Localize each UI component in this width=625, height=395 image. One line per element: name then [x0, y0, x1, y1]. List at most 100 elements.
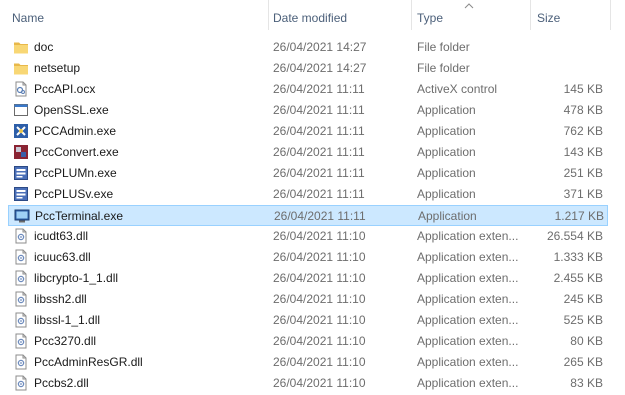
column-divider[interactable] — [411, 0, 412, 30]
file-name: icudt63.dll — [34, 229, 89, 243]
file-type: Application — [417, 187, 476, 201]
file-date-modified: 26/04/2021 11:11 — [273, 82, 365, 96]
file-size: 251 KB — [563, 166, 603, 180]
file-size: 26.554 KB — [546, 229, 603, 243]
plu-app-icon — [13, 165, 29, 181]
file-row[interactable]: icuuc63.dll 26/04/2021 11:10 Application e… — [8, 247, 608, 268]
file-row[interactable]: PccTerminal.exe 26/04/2021 11:11 Applicati… — [8, 205, 608, 226]
folder-icon — [13, 60, 29, 76]
file-size: 80 KB — [570, 334, 603, 348]
file-row[interactable]: PCCAdmin.exe 26/04/2021 11:11 Application 7… — [8, 121, 608, 142]
file-name: PccTerminal.exe — [35, 209, 124, 223]
file-date-modified: 26/04/2021 14:27 — [273, 61, 367, 75]
file-date-modified: 26/04/2021 11:10 — [273, 271, 366, 285]
dll-icon — [13, 228, 29, 244]
file-size: 2.455 KB — [553, 271, 603, 285]
file-row[interactable]: libcrypto-1_1.dll 26/04/2021 11:10 Applica… — [8, 268, 608, 289]
column-header-size[interactable]: Size — [537, 0, 560, 34]
terminal-app-icon — [14, 208, 30, 224]
file-date-modified: 26/04/2021 11:10 — [273, 334, 366, 348]
file-date-modified: 26/04/2021 11:11 — [274, 209, 366, 223]
file-date-modified: 26/04/2021 11:10 — [273, 376, 366, 390]
dll-icon — [13, 291, 29, 307]
file-type: Application exten... — [417, 271, 519, 285]
file-type: Application — [417, 166, 476, 180]
dll-icon — [13, 354, 29, 370]
file-date-modified: 26/04/2021 11:10 — [273, 250, 366, 264]
file-date-modified: 26/04/2021 11:10 — [273, 292, 366, 306]
file-size: 83 KB — [570, 376, 603, 390]
file-name: Pcc3270.dll — [34, 334, 97, 348]
file-date-modified: 26/04/2021 11:11 — [273, 166, 365, 180]
plu-app-icon — [13, 186, 29, 202]
file-type: ActiveX control — [417, 82, 498, 96]
dll-icon — [13, 375, 29, 391]
file-row[interactable]: PccPLUSv.exe 26/04/2021 11:11 Application 3… — [8, 184, 608, 205]
dll-icon — [13, 333, 29, 349]
column-header-name[interactable]: Name — [12, 0, 44, 34]
file-row[interactable]: PccPLUMn.exe 26/04/2021 11:11 Application 2… — [8, 163, 608, 184]
file-date-modified: 26/04/2021 14:27 — [273, 40, 367, 54]
column-divider[interactable] — [610, 0, 611, 30]
file-size: 525 KB — [563, 313, 603, 327]
file-row[interactable]: PccAPI.ocx 26/04/2021 11:11 ActiveX contro… — [8, 79, 608, 100]
file-name: netsetup — [34, 61, 81, 75]
file-size: 143 KB — [563, 145, 603, 159]
file-size: 371 KB — [563, 187, 603, 201]
file-row[interactable]: OpenSSL.exe 26/04/2021 11:11 Application 47… — [8, 100, 608, 121]
file-row[interactable]: Pccbs2.dll 26/04/2021 11:10 Application ex… — [8, 373, 608, 394]
column-divider[interactable] — [268, 0, 269, 30]
file-row[interactable]: icudt63.dll 26/04/2021 11:10 Application e… — [8, 226, 608, 247]
file-type: Application exten... — [417, 229, 519, 243]
file-type: Application — [418, 209, 477, 223]
column-header-type[interactable]: Type — [417, 0, 443, 34]
file-name: PccAdminResGR.dll — [34, 355, 143, 369]
column-divider[interactable] — [530, 0, 531, 30]
dll-icon — [13, 270, 29, 286]
file-size: 145 KB — [563, 82, 603, 96]
file-name: libssl-1_1.dll — [34, 313, 101, 327]
file-name: doc — [34, 40, 54, 54]
file-type: Application exten... — [417, 292, 519, 306]
column-header-date-modified[interactable]: Date modified — [273, 0, 347, 34]
file-size: 478 KB — [563, 103, 603, 117]
file-name: OpenSSL.exe — [34, 103, 109, 117]
file-type: File folder — [417, 61, 470, 75]
file-date-modified: 26/04/2021 11:10 — [273, 229, 366, 243]
file-type: Application exten... — [417, 334, 519, 348]
file-type: Application — [417, 124, 476, 138]
file-row[interactable]: PccConvert.exe 26/04/2021 11:11 Applicatio… — [8, 142, 608, 163]
file-row[interactable]: Pcc3270.dll 26/04/2021 11:10 Application e… — [8, 331, 608, 352]
file-name: PCCAdmin.exe — [34, 124, 117, 138]
file-name: PccConvert.exe — [34, 145, 119, 159]
dll-icon — [13, 249, 29, 265]
file-name: libssh2.dll — [34, 292, 87, 306]
file-row[interactable]: netsetup 26/04/2021 14:27 File folder — [8, 58, 608, 79]
file-date-modified: 26/04/2021 11:11 — [273, 187, 365, 201]
file-name: Pccbs2.dll — [34, 376, 89, 390]
file-date-modified: 26/04/2021 11:11 — [273, 103, 365, 117]
file-type: File folder — [417, 40, 470, 54]
file-size — [528, 37, 603, 58]
file-size: 245 KB — [563, 292, 603, 306]
file-size: 1.333 KB — [553, 250, 603, 264]
file-type: Application exten... — [417, 313, 519, 327]
file-type: Application — [417, 103, 476, 117]
exe-icon — [13, 102, 29, 118]
sort-ascending-icon — [464, 3, 474, 9]
file-date-modified: 26/04/2021 11:10 — [273, 355, 366, 369]
file-name: PccPLUMn.exe — [34, 166, 117, 180]
file-type: Application exten... — [417, 376, 519, 390]
file-size: 265 KB — [563, 355, 603, 369]
ocx-file-icon — [13, 81, 29, 97]
file-date-modified: 26/04/2021 11:11 — [273, 145, 365, 159]
file-type: Application exten... — [417, 250, 519, 264]
file-row[interactable]: doc 26/04/2021 14:27 File folder — [8, 37, 608, 58]
file-type: Application exten... — [417, 355, 519, 369]
dll-icon — [13, 312, 29, 328]
file-size: 762 KB — [563, 124, 603, 138]
file-name: icuuc63.dll — [34, 250, 91, 264]
file-row[interactable]: libssh2.dll 26/04/2021 11:10 Application e… — [8, 289, 608, 310]
file-row[interactable]: PccAdminResGR.dll 26/04/2021 11:10 Applica… — [8, 352, 608, 373]
file-row[interactable]: libssl-1_1.dll 26/04/2021 11:10 Applicatio… — [8, 310, 608, 331]
